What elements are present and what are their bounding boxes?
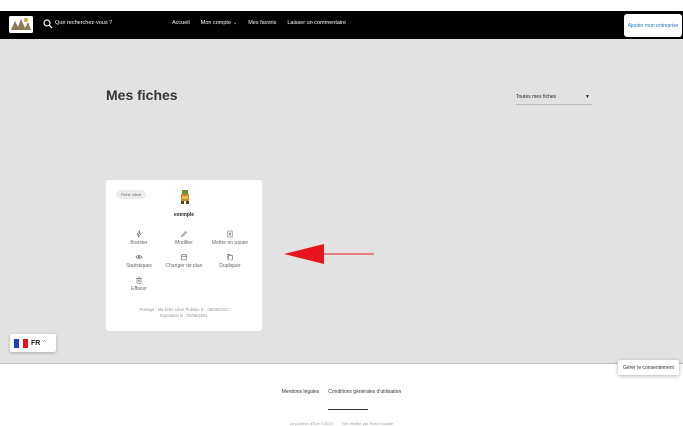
chevron-down-icon: ⌄	[233, 20, 238, 26]
caret-down-icon: ▼	[585, 94, 590, 100]
add-business-button[interactable]: Ajouter mon entreprise	[624, 14, 682, 37]
site-logo[interactable]	[9, 16, 33, 33]
statistics-label: Statistiques	[126, 263, 152, 269]
listing-filter-select[interactable]: Toutes mes fiches ▼	[516, 91, 592, 105]
search-icon[interactable]	[43, 19, 53, 29]
footer-rule	[328, 409, 368, 410]
pause-label: Mettre en pause	[211, 240, 249, 246]
trash-icon	[136, 276, 142, 284]
pencil-icon	[181, 231, 187, 237]
listing-name: exemple	[173, 212, 194, 218]
copy-icon	[227, 254, 233, 261]
change-plan-button[interactable]: Changer de plan	[161, 253, 207, 269]
listing-type-badge: Fiche client	[116, 190, 147, 199]
duplicate-button[interactable]: Dupliquer	[207, 253, 253, 269]
boost-label: Booster	[130, 240, 148, 246]
pause-icon	[227, 230, 233, 238]
main-content: Mes fiches Toutes mes fiches ▼ Fiche cli…	[0, 39, 683, 363]
nav-item-mon-compte[interactable]: Mon compte ⌄	[201, 20, 237, 26]
eye-icon	[135, 255, 143, 259]
change-plan-label: Changer de plan	[165, 263, 203, 269]
chevron-up-icon: ^	[43, 340, 46, 346]
arrow-left-icon	[284, 244, 374, 264]
listing-share-info: Partage : Ma fiche client Publiée le : 0…	[106, 307, 262, 319]
nav-item-commentaire[interactable]: Laisser un commentaire	[287, 20, 346, 26]
edit-button[interactable]: Modifier	[161, 230, 207, 246]
expiration-line: Expiration le : 03/06/2091	[160, 313, 208, 318]
search-input[interactable]: Que recherchez-vous ?	[55, 20, 112, 26]
bolt-icon	[136, 230, 142, 238]
manage-consent-button[interactable]: Gérer le consentement	[618, 360, 679, 375]
delete-label: Effacer	[131, 286, 147, 292]
copyright-text: La pomme d'Ève ©2023	[289, 421, 333, 426]
credits-link[interactable]: Site réalisé par Rose Sociale	[342, 421, 393, 426]
language-code: FR	[31, 339, 41, 347]
top-navbar: Que recherchez-vous ? Accueil Mon compte…	[0, 11, 683, 39]
listing-avatar	[181, 190, 189, 204]
pause-button[interactable]: Mettre en pause	[207, 230, 253, 246]
edit-label: Modifier	[175, 240, 193, 246]
legal-notice-link[interactable]: Mentions légales	[282, 389, 320, 395]
footer-divider	[0, 363, 683, 364]
terms-link[interactable]: Conditions générales d'utilisation	[328, 389, 401, 395]
page-title: Mes fiches	[106, 87, 178, 103]
footer-legal: La pomme d'Ève ©2023 Site réalisé par Ro…	[0, 421, 683, 426]
language-selector[interactable]: FR ^	[10, 334, 56, 352]
statistics-button[interactable]: Statistiques	[116, 253, 162, 269]
duplicate-label: Dupliquer	[219, 263, 241, 269]
nav-item-accueil[interactable]: Accueil	[172, 20, 190, 26]
boost-button[interactable]: Booster	[116, 230, 162, 246]
main-nav: Accueil Mon compte ⌄ Mes favoris Laisser …	[172, 20, 346, 26]
delete-button[interactable]: Effacer	[116, 276, 162, 292]
calendar-icon	[180, 254, 188, 261]
nav-item-mes-favoris[interactable]: Mes favoris	[248, 20, 276, 26]
filter-value: Toutes mes fiches	[516, 94, 557, 100]
listing-card: Fiche client exemple Booster Modifier Me…	[106, 180, 262, 331]
france-flag-icon	[14, 338, 29, 348]
footer-links: Mentions légales Conditions générales d'…	[0, 389, 683, 395]
